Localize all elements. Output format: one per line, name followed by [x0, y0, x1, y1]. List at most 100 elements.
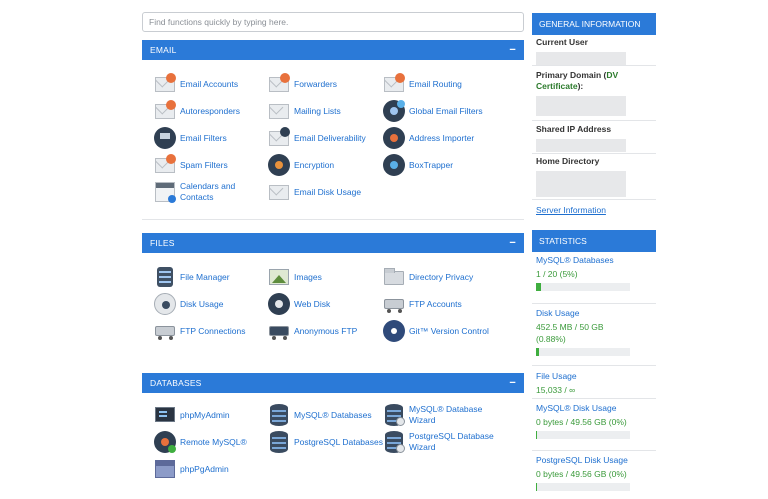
postgresql-wizard-icon: [383, 431, 405, 453]
forwarders-icon: [268, 73, 290, 95]
address-importer-icon: [383, 127, 405, 149]
anonymous-ftp-link[interactable]: Anonymous FTP: [268, 320, 357, 342]
collapse-email-button[interactable]: −: [509, 44, 516, 56]
databases-panel: DATABASES − phpMyAdmin MySQL® Databases …: [142, 373, 524, 499]
files-panel-title: FILES: [150, 238, 175, 248]
encryption-key-icon: [268, 154, 290, 176]
stat-postgresql-disk-usage-label[interactable]: PostgreSQL Disk Usage: [536, 455, 652, 466]
server-information-link[interactable]: Server Information: [536, 205, 606, 215]
mysql-databases-link[interactable]: MySQL® Databases: [268, 404, 372, 426]
stat-disk-usage: Disk Usage 452.5 MB / 50 GB (0.88%): [532, 308, 656, 366]
stat-disk-usage-value: 452.5 MB / 50 GB: [536, 322, 604, 332]
mailing-lists-icon: [268, 100, 290, 122]
global-email-filters-link[interactable]: Global Email Filters: [383, 100, 483, 122]
stat-disk-usage-percent: (0.88%): [536, 334, 566, 344]
anonymous-ftp-icon: [268, 320, 290, 342]
email-filters-icon: [154, 127, 176, 149]
remote-mysql-icon: [154, 431, 176, 453]
shared-ip-value-redacted: [536, 139, 626, 152]
stat-mysql-databases: MySQL® Databases 1 / 20 (5%): [532, 255, 656, 304]
mysql-databases-icon: [268, 404, 290, 426]
boxtrapper-link[interactable]: BoxTrapper: [383, 154, 453, 176]
files-panel-header[interactable]: FILES −: [142, 233, 524, 253]
search-input[interactable]: [142, 12, 524, 32]
git-icon: [383, 320, 405, 342]
current-user-label: Current User: [536, 37, 588, 47]
primary-domain-value-redacted: [536, 96, 626, 116]
phppgadmin-link[interactable]: phpPgAdmin: [154, 458, 229, 480]
stat-mysql-databases-value: 1 / 20 (5%): [536, 269, 578, 279]
stat-disk-usage-bar: [536, 348, 630, 356]
calendar-icon: [154, 181, 176, 203]
email-panel-header[interactable]: EMAIL −: [142, 40, 524, 60]
statistics-header: STATISTICS: [532, 230, 656, 252]
stat-postgresql-disk-usage-bar: [536, 483, 630, 491]
disk-usage-link[interactable]: Disk Usage: [154, 293, 223, 315]
images-icon: [268, 266, 290, 288]
ftp-connections-link[interactable]: FTP Connections: [154, 320, 246, 342]
email-filters-link[interactable]: Email Filters: [154, 127, 227, 149]
ftp-accounts-link[interactable]: FTP Accounts: [383, 293, 462, 315]
phppgadmin-icon: [154, 458, 176, 480]
phpmyadmin-icon: [154, 404, 176, 426]
calendars-contacts-link[interactable]: Calendars and Contacts: [154, 181, 240, 203]
stat-file-usage-label[interactable]: File Usage: [536, 371, 652, 382]
encryption-link[interactable]: Encryption: [268, 154, 334, 176]
stat-file-usage-value: 15,033 / ∞: [536, 385, 576, 395]
file-manager-icon: [154, 266, 176, 288]
file-manager-link[interactable]: File Manager: [154, 266, 230, 288]
email-accounts-link[interactable]: Email Accounts: [154, 73, 238, 95]
spam-filters-icon: [154, 154, 176, 176]
stat-file-usage: File Usage 15,033 / ∞: [532, 371, 656, 399]
databases-panel-title: DATABASES: [150, 378, 202, 388]
phpmyadmin-link[interactable]: phpMyAdmin: [154, 404, 230, 426]
autoresponders-icon: [154, 100, 176, 122]
stat-mysql-disk-usage-label[interactable]: MySQL® Disk Usage: [536, 403, 652, 414]
email-deliverability-link[interactable]: Email Deliverability: [268, 127, 366, 149]
directory-privacy-link[interactable]: Directory Privacy: [383, 266, 473, 288]
home-directory-label: Home Directory: [536, 156, 600, 166]
email-routing-link[interactable]: Email Routing: [383, 73, 462, 95]
shared-ip-label: Shared IP Address: [536, 124, 612, 134]
mysql-wizard-icon: [383, 404, 405, 426]
stat-mysql-databases-label[interactable]: MySQL® Databases: [536, 255, 652, 266]
spam-filters-link[interactable]: Spam Filters: [154, 154, 228, 176]
email-deliverability-icon: [268, 127, 290, 149]
home-directory-row: Home Directory: [532, 156, 656, 200]
autoresponders-link[interactable]: Autoresponders: [154, 100, 240, 122]
ftp-accounts-icon: [383, 293, 405, 315]
email-panel-body: Email Accounts Forwarders Email Routing …: [142, 60, 524, 220]
mailing-lists-link[interactable]: Mailing Lists: [268, 100, 341, 122]
primary-domain-row: Primary Domain (DV Certificate):: [532, 70, 656, 121]
email-disk-usage-link[interactable]: Email Disk Usage: [268, 181, 361, 203]
postgresql-database-wizard-link[interactable]: PostgreSQL Database Wizard: [383, 431, 499, 453]
primary-domain-label: Primary Domain (DV Certificate):: [536, 70, 619, 91]
stat-postgresql-disk-usage-value: 0 bytes / 49.56 GB (0%): [536, 469, 627, 479]
remote-mysql-link[interactable]: Remote MySQL®: [154, 431, 247, 453]
collapse-files-button[interactable]: −: [509, 237, 516, 249]
stat-mysql-databases-bar: [536, 283, 630, 291]
stat-mysql-disk-usage-bar: [536, 431, 630, 439]
email-panel: EMAIL − Email Accounts Forwarders Email …: [142, 40, 524, 220]
address-importer-link[interactable]: Address Importer: [383, 127, 474, 149]
postgresql-databases-icon: [268, 431, 290, 453]
mysql-database-wizard-link[interactable]: MySQL® Database Wizard: [383, 404, 489, 426]
current-user-row: Current User: [532, 37, 656, 66]
global-email-filters-icon: [383, 100, 405, 122]
email-accounts-icon: [154, 73, 176, 95]
stat-postgresql-disk-usage: PostgreSQL Disk Usage 0 bytes / 49.56 GB…: [532, 455, 656, 495]
images-link[interactable]: Images: [268, 266, 322, 288]
email-disk-usage-icon: [268, 181, 290, 203]
files-panel-body: File Manager Images Directory Privacy Di…: [142, 253, 524, 376]
collapse-databases-button[interactable]: −: [509, 377, 516, 389]
email-routing-icon: [383, 73, 405, 95]
postgresql-databases-link[interactable]: PostgreSQL Databases: [268, 431, 383, 453]
databases-panel-header[interactable]: DATABASES −: [142, 373, 524, 393]
web-disk-icon: [268, 293, 290, 315]
web-disk-link[interactable]: Web Disk: [268, 293, 330, 315]
git-version-control-link[interactable]: Git™ Version Control: [383, 320, 489, 342]
boxtrapper-icon: [383, 154, 405, 176]
forwarders-link[interactable]: Forwarders: [268, 73, 337, 95]
stat-disk-usage-label[interactable]: Disk Usage: [536, 308, 652, 319]
directory-privacy-icon: [383, 266, 405, 288]
